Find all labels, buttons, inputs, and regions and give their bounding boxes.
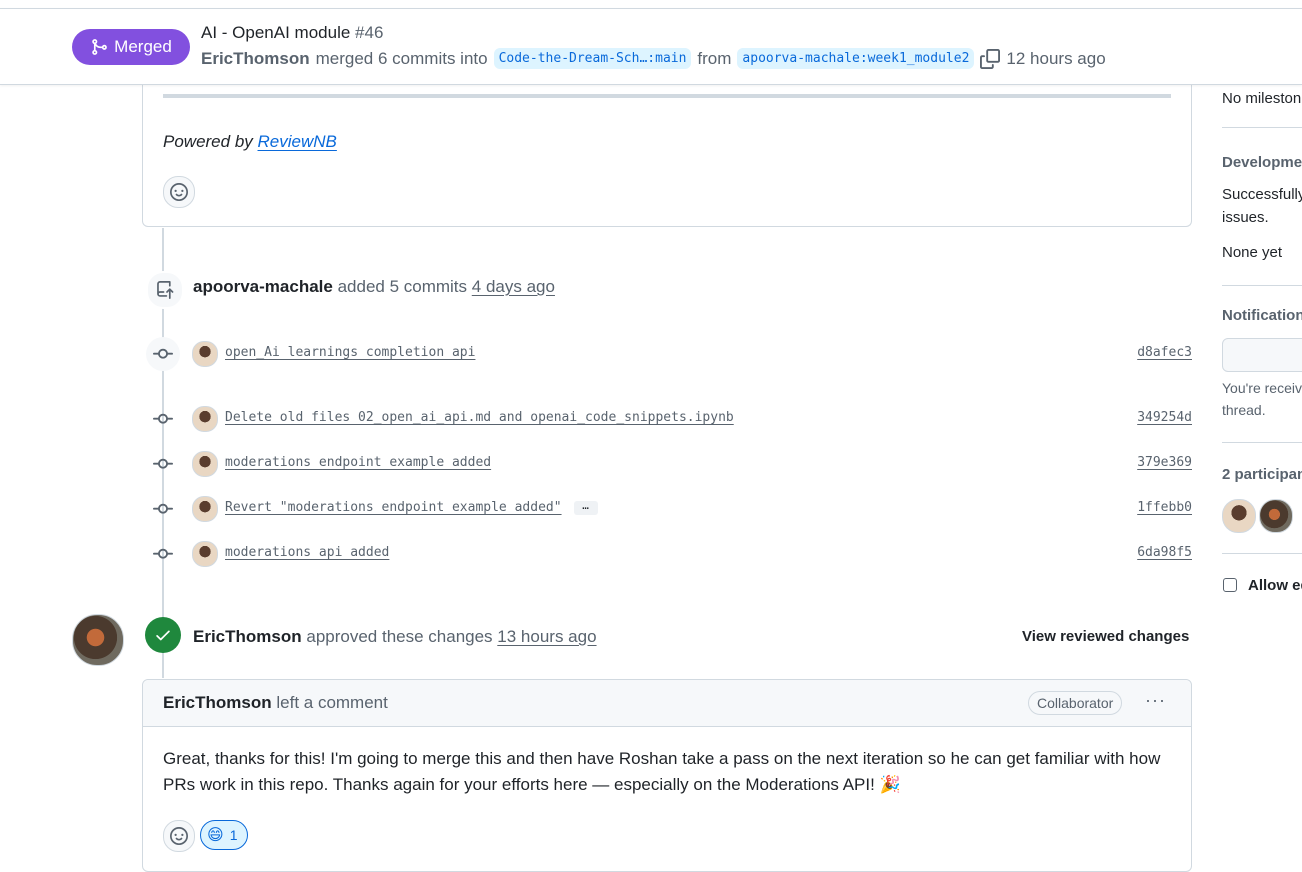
kebab-menu-icon[interactable]: ···: [1145, 690, 1166, 711]
commit-row: Delete old files 02_open_ai_api.md and o…: [146, 404, 1192, 434]
collaborator-badge: Collaborator: [1028, 691, 1123, 715]
participant-avatar[interactable]: [1259, 499, 1293, 533]
git-commit-icon: [146, 539, 180, 569]
pr-title-text: AI - OpenAI module: [201, 23, 351, 42]
push-author-link[interactable]: apoorva-machale: [193, 277, 333, 296]
sidebar-divider: [1222, 285, 1302, 286]
review-time-link[interactable]: 13 hours ago: [497, 627, 596, 646]
development-none: None yet: [1222, 244, 1283, 261]
reviewer-link[interactable]: EricThomson: [193, 627, 302, 646]
development-heading[interactable]: Developmen: [1222, 154, 1302, 171]
head-branch[interactable]: apoorva-machale:week1_module2: [737, 48, 975, 69]
powered-prefix: Powered by: [163, 132, 253, 151]
commit-sha-link[interactable]: d8afec3: [1137, 345, 1192, 360]
expand-commit-button[interactable]: …: [573, 500, 598, 515]
git-commit-icon: [146, 404, 180, 434]
reviewnb-comment-box: Powered by ReviewNB: [142, 60, 1192, 227]
sidebar-divider: [1222, 553, 1302, 554]
comment-author-link[interactable]: EricThomson: [163, 693, 272, 712]
commit-message-link[interactable]: open_Ai learnings completion api: [225, 345, 475, 360]
sidebar-divider: [1222, 442, 1302, 443]
merge-time: 12 hours ago: [1006, 48, 1106, 68]
commit-row: moderations endpoint example added 379e3…: [146, 449, 1192, 479]
merged-status-badge: Merged: [72, 29, 190, 65]
commit-message-link[interactable]: Delete old files 02_open_ai_api.md and o…: [225, 410, 734, 425]
git-commit-icon: [146, 337, 180, 371]
review-event-text: EricThomson approved these changes 13 ho…: [193, 627, 597, 647]
notification-reason: You're receiv: [1222, 380, 1302, 396]
commit-message-wrapper: Revert "moderations endpoint example add…: [225, 500, 598, 515]
reviewer-avatar[interactable]: [72, 614, 124, 666]
commit-author-avatar[interactable]: [192, 451, 218, 477]
review-action: approved these changes: [306, 627, 493, 646]
git-commit-icon: [146, 449, 180, 479]
commit-sha-link[interactable]: 6da98f5: [1137, 545, 1192, 560]
commit-author-avatar[interactable]: [192, 341, 218, 367]
comment-header: EricThomson left a comment Collaborator …: [143, 680, 1191, 727]
commit-row: Revert "moderations endpoint example add…: [146, 494, 1192, 524]
allow-edits-checkbox[interactable]: [1223, 578, 1237, 592]
comment-body: Great, thanks for this! I'm going to mer…: [163, 749, 1161, 794]
merge-text: merged 6 commits into: [315, 48, 488, 68]
notification-reason-2: thread.: [1222, 402, 1266, 418]
participant-avatar[interactable]: [1222, 499, 1256, 533]
commit-sha-link[interactable]: 349254d: [1137, 410, 1192, 425]
reviewnb-link[interactable]: ReviewNB: [258, 132, 337, 151]
development-text-2: issues.: [1222, 209, 1269, 226]
copy-icon[interactable]: [980, 48, 1001, 69]
commit-message-link[interactable]: moderations endpoint example added: [225, 455, 491, 470]
merged-by-link[interactable]: EricThomson: [201, 49, 310, 69]
review-comment-box: EricThomson left a comment Collaborator …: [142, 679, 1192, 872]
commit-sha-link[interactable]: 379e369: [1137, 455, 1192, 470]
commit-message-link[interactable]: Revert "moderations endpoint example add…: [225, 500, 562, 515]
view-reviewed-changes-button[interactable]: View reviewed changes: [1022, 628, 1189, 645]
notifications-heading: Notification: [1222, 307, 1302, 324]
sticky-pr-header: Merged AI - OpenAI module #46 EricThomso…: [0, 8, 1302, 85]
subscribe-button[interactable]: [1222, 338, 1302, 372]
powered-by-text: Powered by ReviewNB: [163, 132, 337, 152]
commit-sha-link[interactable]: 1ffebb0: [1137, 500, 1192, 515]
comment-action: left a comment: [276, 693, 388, 712]
push-time-link[interactable]: 4 days ago: [472, 277, 555, 296]
repo-push-icon: [146, 271, 184, 309]
sidebar-divider: [1222, 127, 1302, 128]
commit-author-avatar[interactable]: [192, 496, 218, 522]
merged-label: Merged: [114, 37, 172, 56]
commit-row: moderations api added 6da98f5: [146, 539, 1192, 569]
reaction-count: 1: [229, 827, 238, 843]
commit-message-link[interactable]: moderations api added: [225, 545, 389, 560]
pr-title: AI - OpenAI module #46: [201, 23, 383, 43]
commit-row: open_Ai learnings completion api d8afec3: [146, 337, 1192, 371]
commit-author-avatar[interactable]: [192, 406, 218, 432]
base-branch[interactable]: Code-the-Dream-Sch…:main: [493, 48, 692, 69]
milestone-value: No mileston: [1222, 90, 1302, 107]
from-text: from: [697, 48, 732, 68]
development-text: Successfully: [1222, 186, 1302, 203]
pr-sidebar: No mileston Developmen Successfully issu…: [1222, 0, 1302, 872]
git-merge-icon: [92, 39, 108, 55]
smiley-icon: [170, 183, 188, 201]
laugh-reaction-button[interactable]: 😄 1: [200, 820, 249, 850]
smiley-icon: [170, 827, 188, 845]
commit-author-avatar[interactable]: [192, 541, 218, 567]
push-event-text: apoorva-machale added 5 commits 4 days a…: [193, 277, 555, 297]
divider: [163, 94, 1171, 98]
git-commit-icon: [146, 494, 180, 524]
push-action: added 5 commits: [337, 277, 468, 296]
add-reaction-button[interactable]: [163, 176, 195, 208]
allow-edits-label[interactable]: Allow ed: [1248, 577, 1302, 594]
add-reaction-button[interactable]: [163, 820, 195, 852]
check-icon: [145, 617, 181, 653]
pr-number: #46: [355, 23, 384, 42]
participants-heading: 2 participan: [1222, 466, 1302, 483]
laugh-emoji-icon: 😄: [207, 827, 224, 844]
pr-merge-summary: EricThomson merged 6 commits into Code-t…: [201, 48, 1106, 69]
comment-author-line: EricThomson left a comment: [163, 693, 388, 713]
